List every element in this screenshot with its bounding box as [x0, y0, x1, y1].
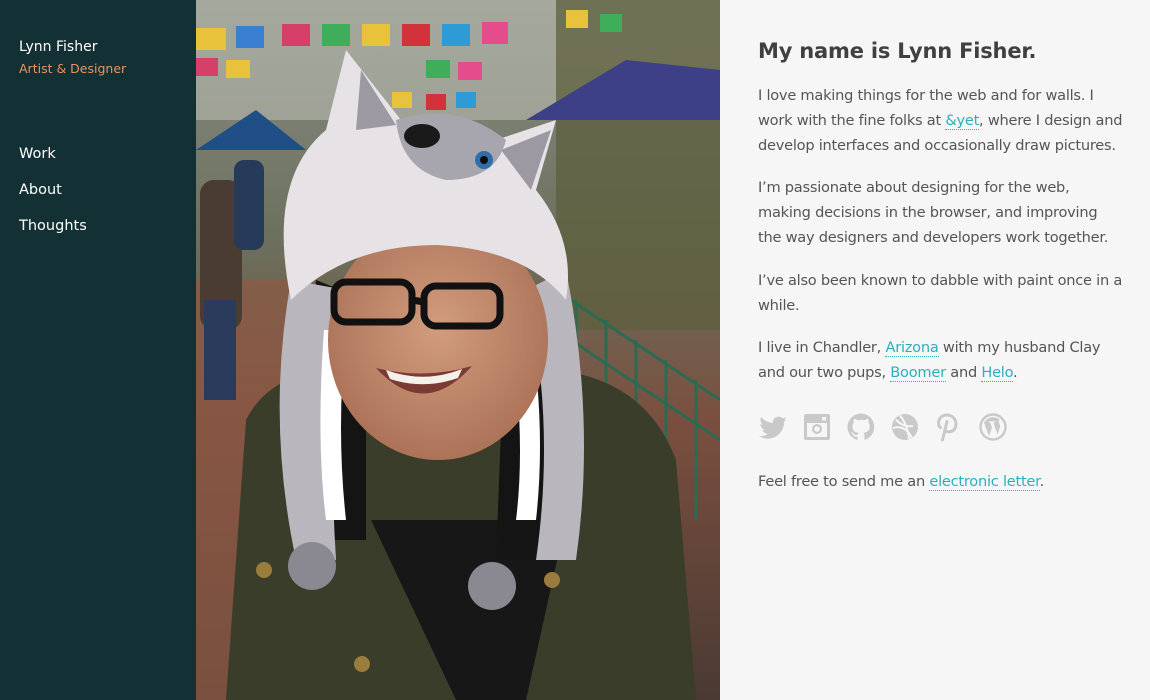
passion-paragraph: I’m passionate about designing for the w…	[758, 179, 1109, 246]
profile-photo-illustration	[196, 0, 720, 700]
contact-text-end: .	[1039, 472, 1045, 490]
nav-item-about: About	[19, 179, 196, 215]
profile-photo	[196, 0, 720, 700]
contact-paragraph: Feel free to send me an electronic lette…	[758, 470, 1123, 495]
nav-link-thoughts[interactable]: Thoughts	[19, 216, 87, 236]
sidebar: Lynn Fisher Artist & Designer Work About…	[0, 0, 196, 700]
andyet-link[interactable]: &yet	[945, 111, 979, 130]
main-nav: Work About Thoughts	[19, 143, 196, 251]
site-name-link[interactable]: Lynn Fisher	[19, 38, 196, 56]
nav-link-work[interactable]: Work	[19, 144, 56, 164]
nav-link-about[interactable]: About	[19, 180, 62, 200]
instagram-icon	[804, 413, 830, 440]
site-tagline: Artist & Designer	[19, 61, 127, 76]
page-title: My name is Lynn Fisher.	[758, 39, 1037, 63]
helo-link[interactable]: Helo	[981, 364, 1013, 383]
location-text-4: .	[1013, 364, 1018, 382]
contact-text: Feel free to send me an	[758, 472, 930, 490]
twitter-icon	[759, 416, 787, 439]
email-link[interactable]: electronic letter	[929, 472, 1040, 491]
location-text-3: and	[945, 364, 982, 382]
dribbble-icon	[892, 413, 918, 440]
nav-item-thoughts: Thoughts	[19, 215, 196, 251]
github-icon	[847, 413, 875, 440]
pinterest-link[interactable]	[934, 412, 964, 442]
boomer-link[interactable]: Boomer	[890, 364, 946, 383]
wordpress-link[interactable]	[978, 412, 1008, 442]
github-link[interactable]	[846, 412, 876, 442]
instagram-link[interactable]	[802, 412, 832, 442]
page: Lynn Fisher Artist & Designer Work About…	[0, 0, 1150, 700]
twitter-link[interactable]	[758, 412, 788, 442]
wordpress-icon	[979, 413, 1007, 441]
arizona-link[interactable]: Arizona	[885, 339, 939, 358]
intro-paragraph: I love making things for the web and for…	[758, 84, 1123, 158]
location-paragraph: I live in Chandler, Arizona with my husb…	[758, 336, 1123, 386]
pinterest-icon	[936, 413, 958, 442]
location-text: I live in Chandler,	[758, 339, 886, 357]
about-content: My name is Lynn Fisher. I love making th…	[758, 36, 1123, 513]
dribbble-link[interactable]	[890, 412, 920, 442]
nav-item-work: Work	[19, 143, 196, 179]
social-links	[758, 412, 1123, 442]
paint-paragraph: I’ve also been known to dabble with pain…	[758, 271, 1123, 314]
